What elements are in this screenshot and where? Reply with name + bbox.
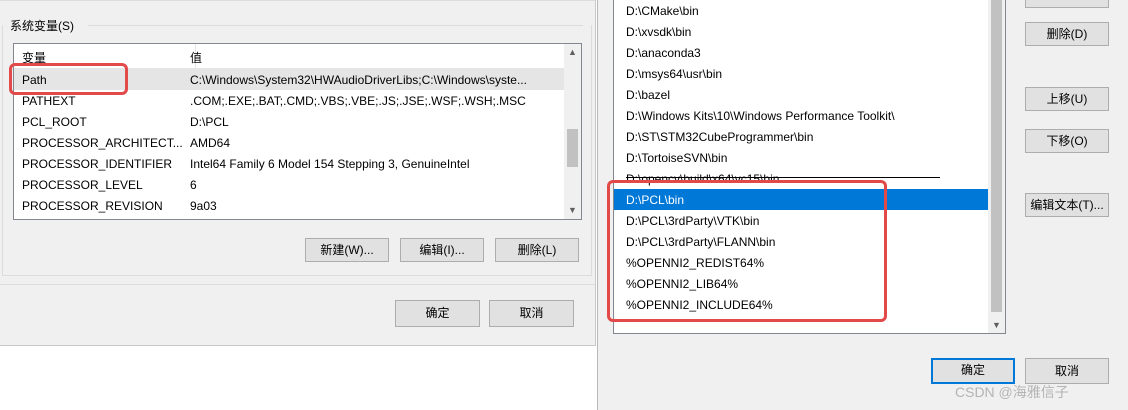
obscuring-line: [626, 177, 940, 178]
top-divider: [0, 0, 595, 1]
watermark: CSDN @海雅信子: [955, 384, 1069, 400]
variables-scrollbar[interactable]: ▲ ▼: [564, 44, 581, 219]
path-entry-text: D:\ST\STM32CubeProgrammer\bin: [626, 130, 814, 144]
system-variables-label: 系统变量(S): [10, 19, 74, 33]
path-entry[interactable]: D:\CMake\bin: [614, 0, 990, 21]
pcl-paths-highlight-box: [607, 180, 887, 322]
path-entry-text: D:\bazel: [626, 88, 671, 102]
variable-value: D:\PCL: [190, 115, 229, 129]
variable-value: Intel64 Family 6 Model 154 Stepping 3, G…: [190, 157, 470, 171]
path-entry-text: D:\xvsdk\bin: [626, 25, 692, 39]
path-entry-text: D:\msys64\usr\bin: [626, 67, 723, 81]
path-entry[interactable]: D:\TortoiseSVN\bin: [614, 147, 990, 168]
cancel-button[interactable]: 取消: [489, 300, 574, 327]
move-down-button[interactable]: 下移(O): [1025, 129, 1109, 153]
path-highlight-box: [9, 63, 128, 95]
new-variable-button[interactable]: 新建(W)...: [305, 238, 389, 262]
variable-name: PROCESSOR_ARCHITECT...: [22, 136, 183, 150]
path-entry-text: D:\anaconda3: [626, 46, 701, 60]
variable-value: C:\Windows\System32\HWAudioDriverLibs;C:…: [190, 73, 527, 87]
variable-value: 9a03: [190, 199, 217, 213]
scroll-down-icon[interactable]: ▼: [568, 205, 577, 215]
group-divider: [88, 25, 583, 26]
column-header-value[interactable]: 值: [190, 49, 202, 66]
path-list-scrollbar[interactable]: ▼: [988, 0, 1005, 333]
scroll-down-icon[interactable]: ▼: [992, 320, 1001, 330]
variable-row-pcl-root[interactable]: PCL_ROOT D:\PCL: [14, 111, 564, 132]
variable-name: PROCESSOR_REVISION: [22, 199, 163, 213]
variable-name: PCL_ROOT: [22, 115, 87, 129]
variable-name: PROCESSOR_LEVEL: [22, 178, 143, 192]
path-entry[interactable]: D:\anaconda3: [614, 42, 990, 63]
variable-row-processor-architecture[interactable]: PROCESSOR_ARCHITECT... AMD64: [14, 132, 564, 153]
bottom-divider: [0, 284, 595, 285]
ok-button[interactable]: 确定: [395, 300, 480, 327]
move-up-button[interactable]: 上移(U): [1025, 87, 1109, 111]
variable-row-processor-identifier[interactable]: PROCESSOR_IDENTIFIER Intel64 Family 6 Mo…: [14, 153, 564, 174]
scroll-up-icon[interactable]: ▲: [568, 47, 577, 57]
variable-name: PROCESSOR_IDENTIFIER: [22, 157, 173, 171]
scrollbar-thumb[interactable]: [991, 0, 1002, 312]
path-entry-text: D:\CMake\bin: [626, 4, 699, 18]
variable-value: 6: [190, 178, 197, 192]
variable-row-processor-revision[interactable]: PROCESSOR_REVISION 9a03: [14, 195, 564, 216]
path-entry-text: D:\Windows Kits\10\Windows Performance T…: [626, 109, 895, 123]
scrollbar-thumb[interactable]: [567, 129, 578, 167]
path-entry-text: D:\TortoiseSVN\bin: [626, 151, 728, 165]
browse-button-partial[interactable]: [1025, 0, 1109, 8]
variable-row-processor-level[interactable]: PROCESSOR_LEVEL 6: [14, 174, 564, 195]
ok-button[interactable]: 确定: [931, 358, 1015, 384]
delete-path-button[interactable]: 删除(D): [1025, 22, 1109, 46]
path-entry[interactable]: D:\ST\STM32CubeProgrammer\bin: [614, 126, 990, 147]
cancel-button[interactable]: 取消: [1025, 358, 1109, 384]
edit-text-button[interactable]: 编辑文本(T)...: [1025, 193, 1109, 217]
environment-variables-dialog: 系统变量(S) 变量 值 Path C:\Windows\System32\HW…: [0, 0, 596, 346]
variable-value: .COM;.EXE;.BAT;.CMD;.VBS;.VBE;.JS;.JSE;.…: [190, 94, 526, 108]
path-entry[interactable]: D:\xvsdk\bin: [614, 21, 990, 42]
path-entry[interactable]: D:\msys64\usr\bin: [614, 63, 990, 84]
delete-variable-button[interactable]: 删除(L): [495, 238, 579, 262]
edit-variable-button[interactable]: 编辑(I)...: [400, 238, 484, 262]
path-entry[interactable]: D:\Windows Kits\10\Windows Performance T…: [614, 105, 990, 126]
path-entry[interactable]: D:\bazel: [614, 84, 990, 105]
variable-name: PATHEXT: [22, 94, 76, 108]
variable-value: AMD64: [190, 136, 231, 150]
